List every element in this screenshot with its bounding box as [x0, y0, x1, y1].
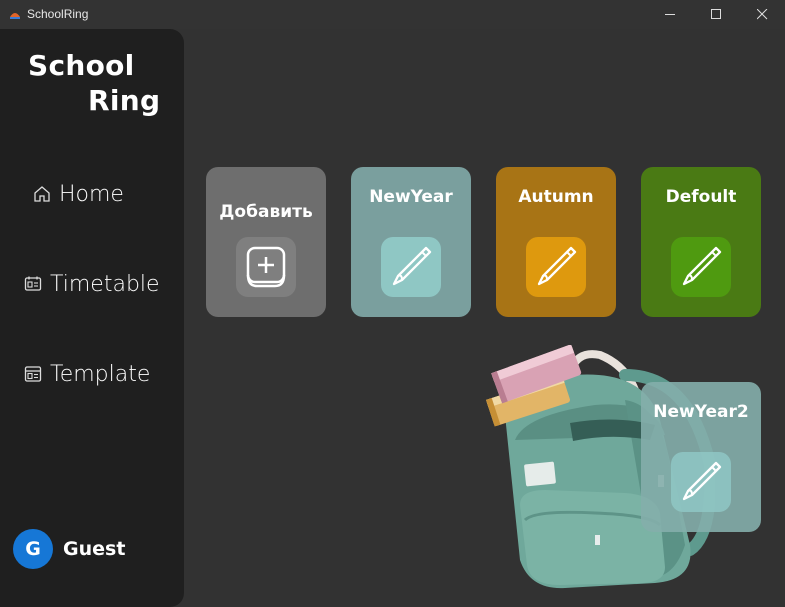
minimize-icon	[664, 14, 675, 15]
add-template-card[interactable]: Добавить	[206, 167, 326, 317]
nav-label-template: Template	[50, 361, 151, 387]
logo-line-1: School	[28, 49, 135, 82]
nav-item-template[interactable]: Template	[0, 354, 184, 394]
template-card-newyear[interactable]: NewYear	[351, 167, 471, 317]
template-card-defoult[interactable]: Defoult	[641, 167, 761, 317]
logo-line-2: Ring	[88, 84, 161, 117]
pencil-icon	[392, 246, 432, 286]
template-card-icon-box	[526, 237, 586, 297]
close-icon	[756, 9, 767, 20]
maximize-button[interactable]	[693, 0, 739, 29]
calendar-icon	[24, 276, 42, 291]
template-card-newyear2[interactable]: NewYear2	[641, 382, 761, 532]
avatar[interactable]: G	[13, 529, 53, 569]
pencil-icon	[682, 246, 722, 286]
template-card-label: NewYear	[369, 187, 453, 207]
template-icon	[24, 366, 42, 382]
template-card-icon-box	[671, 452, 731, 512]
plus-icon	[246, 246, 286, 288]
pencil-icon	[537, 246, 577, 286]
maximize-icon	[710, 9, 721, 19]
close-button[interactable]	[739, 0, 785, 29]
nav-item-home[interactable]: Home	[0, 174, 184, 214]
app-logo-icon	[10, 13, 20, 19]
window-title: SchoolRing	[27, 7, 89, 21]
template-card-label: Autumn	[518, 187, 594, 207]
template-card-label: NewYear2	[653, 402, 749, 422]
home-icon	[34, 186, 50, 202]
template-card-autumn[interactable]: Autumn	[496, 167, 616, 317]
user-name[interactable]: Guest	[63, 538, 125, 560]
minimize-button[interactable]	[647, 0, 693, 29]
title-bar: SchoolRing	[0, 0, 785, 29]
pencil-icon	[682, 461, 722, 501]
add-card-icon-box	[236, 237, 296, 297]
sidebar: School Ring Home Timetable Template G Gu…	[0, 29, 184, 607]
nav-item-timetable[interactable]: Timetable	[0, 264, 184, 304]
nav-label-home: Home	[59, 181, 124, 207]
nav-label-timetable: Timetable	[50, 271, 160, 297]
add-card-label: Добавить	[219, 202, 313, 222]
template-card-icon-box	[381, 237, 441, 297]
template-card-icon-box	[671, 237, 731, 297]
template-card-label: Defoult	[665, 187, 737, 207]
